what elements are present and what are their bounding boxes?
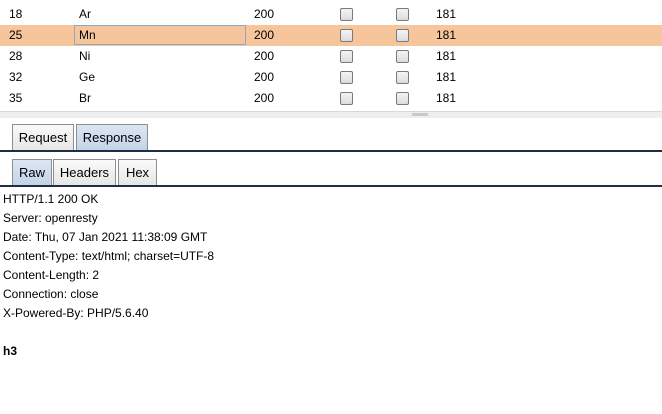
status-code: 200 <box>254 49 275 63</box>
response-body[interactable]: HTTP/1.1 200 OK Server: openresty Date: … <box>3 190 214 361</box>
tab-raw[interactable]: Raw <box>12 159 52 185</box>
timeout-checkbox[interactable] <box>396 50 409 63</box>
error-checkbox[interactable] <box>340 29 353 42</box>
error-checkbox[interactable] <box>340 71 353 84</box>
payload-cell: Ge <box>79 70 96 84</box>
table-row-selected[interactable]: 25 Mn 200 181 <box>0 25 662 46</box>
timeout-checkbox[interactable] <box>396 71 409 84</box>
timeout-checkbox[interactable] <box>396 8 409 21</box>
status-code: 200 <box>254 28 275 42</box>
error-checkbox[interactable] <box>340 8 353 21</box>
status-code: 200 <box>254 91 275 105</box>
results-table: 18 Ar 200 181 25 Mn 200 181 28 Ni 200 18… <box>0 4 662 109</box>
response-content: h3 <box>3 344 18 358</box>
tab-hex[interactable]: Hex <box>118 159 157 185</box>
pane-splitter[interactable] <box>0 111 662 118</box>
table-row[interactable]: 18 Ar 200 181 <box>0 4 662 25</box>
message-tabs: Request Response <box>0 122 662 154</box>
timeout-checkbox[interactable] <box>396 92 409 105</box>
response-line: X-Powered-By: PHP/5.6.40 <box>3 306 149 320</box>
status-code: 200 <box>254 7 275 21</box>
request-number: 35 <box>9 91 23 105</box>
response-line: Content-Length: 2 <box>3 268 100 282</box>
timeout-checkbox[interactable] <box>396 29 409 42</box>
table-row[interactable]: 32 Ge 200 181 <box>0 67 662 88</box>
tab-underline <box>0 150 662 152</box>
table-row[interactable]: 28 Ni 200 181 <box>0 46 662 67</box>
response-length: 181 <box>436 28 457 42</box>
request-number: 18 <box>9 7 23 21</box>
payload-cell: Ar <box>79 7 91 21</box>
payload-cell: Mn <box>74 25 246 45</box>
response-line: Date: Thu, 07 Jan 2021 11:38:09 GMT <box>3 230 208 244</box>
tab-headers[interactable]: Headers <box>53 159 116 185</box>
response-length: 181 <box>436 49 457 63</box>
request-number: 32 <box>9 70 23 84</box>
table-row[interactable]: 35 Br 200 181 <box>0 88 662 109</box>
response-line: Connection: close <box>3 287 99 301</box>
response-length: 181 <box>436 7 457 21</box>
response-line: HTTP/1.1 200 OK <box>3 192 99 206</box>
splitter-grip-icon[interactable] <box>412 113 428 116</box>
request-number: 25 <box>9 28 23 42</box>
response-line: Content-Type: text/html; charset=UTF-8 <box>3 249 215 263</box>
response-length: 181 <box>436 91 457 105</box>
error-checkbox[interactable] <box>340 92 353 105</box>
view-tabs: Raw Headers Hex <box>0 157 662 189</box>
payload-cell: Br <box>79 91 91 105</box>
response-line: Server: openresty <box>3 211 98 225</box>
tab-underline <box>0 185 662 187</box>
status-code: 200 <box>254 70 275 84</box>
tab-response[interactable]: Response <box>76 124 148 150</box>
response-length: 181 <box>436 70 457 84</box>
tab-request[interactable]: Request <box>12 124 74 150</box>
request-number: 28 <box>9 49 23 63</box>
payload-cell: Ni <box>79 49 91 63</box>
error-checkbox[interactable] <box>340 50 353 63</box>
